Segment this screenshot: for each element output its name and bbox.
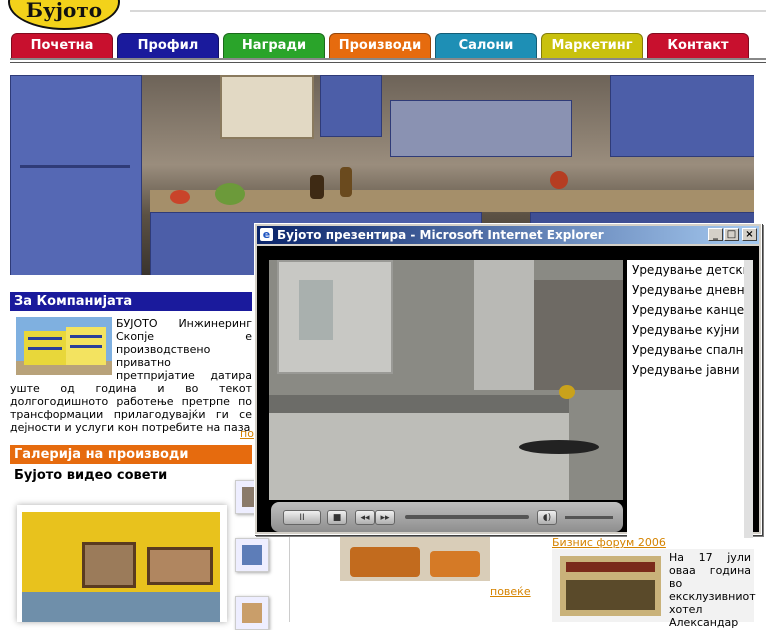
company-building-image [16, 317, 112, 375]
ie-icon: e [260, 228, 273, 241]
company-more-link[interactable]: по [240, 427, 254, 440]
column-divider [289, 532, 290, 622]
video-tips-title: Бујото видео совети [14, 468, 168, 483]
business-forum-text: На 17 јули оваа година во ексклузивниот … [669, 551, 756, 629]
nav-divider-thin [10, 62, 766, 63]
ie-popup-window[interactable]: e Бујото презентира - Microsoft Internet … [254, 223, 762, 538]
tab-showrooms[interactable]: Салони [435, 33, 537, 58]
close-button[interactable]: × [742, 228, 757, 241]
gallery-heading: Галерија на производи [10, 445, 252, 464]
gallery-thumb-3[interactable] [235, 596, 269, 630]
menu-item-living[interactable]: Уредување дневни [627, 280, 753, 300]
gallery-thumb-2[interactable] [235, 538, 269, 572]
popup-titlebar[interactable]: e Бујото презентира - Microsoft Internet … [257, 226, 759, 244]
tab-marketing[interactable]: Маркетинг [541, 33, 643, 58]
popup-title-text: Бујото презентира - Microsoft Internet E… [277, 228, 604, 242]
popup-content: II ■ ◂◂ ▸▸ ◖) Уредување детски Уредување… [257, 246, 759, 538]
tab-home[interactable]: Почетна [11, 33, 113, 58]
video-player-frame[interactable] [269, 260, 623, 500]
tab-contact[interactable]: Контакт [647, 33, 749, 58]
tab-awards[interactable]: Награди [223, 33, 325, 58]
category-menu: Уредување детски Уредување дневни Уредув… [627, 260, 753, 538]
menu-item-office[interactable]: Уредување канцела [627, 300, 753, 320]
bujoto-logo[interactable]: Бујото [8, 0, 120, 30]
menu-scrollbar[interactable] [744, 260, 753, 538]
media-controls: II ■ ◂◂ ▸▸ ◖) [271, 502, 623, 532]
tab-profile[interactable]: Профил [117, 33, 219, 58]
menu-item-public[interactable]: Уредување јавни об [627, 360, 753, 380]
news-more-link[interactable]: повеќе [490, 585, 531, 598]
nav-divider [10, 58, 766, 60]
volume-slider[interactable] [565, 516, 613, 519]
menu-item-bedroom[interactable]: Уредување спални [627, 340, 753, 360]
tab-products[interactable]: Производи [329, 33, 431, 58]
company-heading: За Компанијата [10, 292, 252, 311]
menu-item-kids[interactable]: Уредување детски [627, 260, 753, 280]
gallery-frame [17, 505, 227, 622]
header-divider [130, 10, 766, 12]
seek-bar[interactable] [405, 515, 529, 519]
maximize-button[interactable]: □ [724, 228, 739, 241]
minimize-button[interactable]: _ [708, 228, 723, 241]
previous-button[interactable]: ◂◂ [355, 510, 375, 525]
menu-item-kitchen[interactable]: Уредување кујни [627, 320, 753, 340]
main-nav: Почетна Профил Награди Производи Салони … [11, 33, 753, 58]
pause-button[interactable]: II [283, 510, 321, 525]
sofa-image[interactable] [340, 537, 490, 581]
business-forum-image[interactable] [560, 556, 661, 616]
logo-text: Бујото [25, 0, 103, 22]
volume-button[interactable]: ◖) [537, 510, 557, 525]
gallery-video-image[interactable] [22, 512, 220, 622]
stop-button[interactable]: ■ [327, 510, 347, 525]
next-button[interactable]: ▸▸ [375, 510, 395, 525]
